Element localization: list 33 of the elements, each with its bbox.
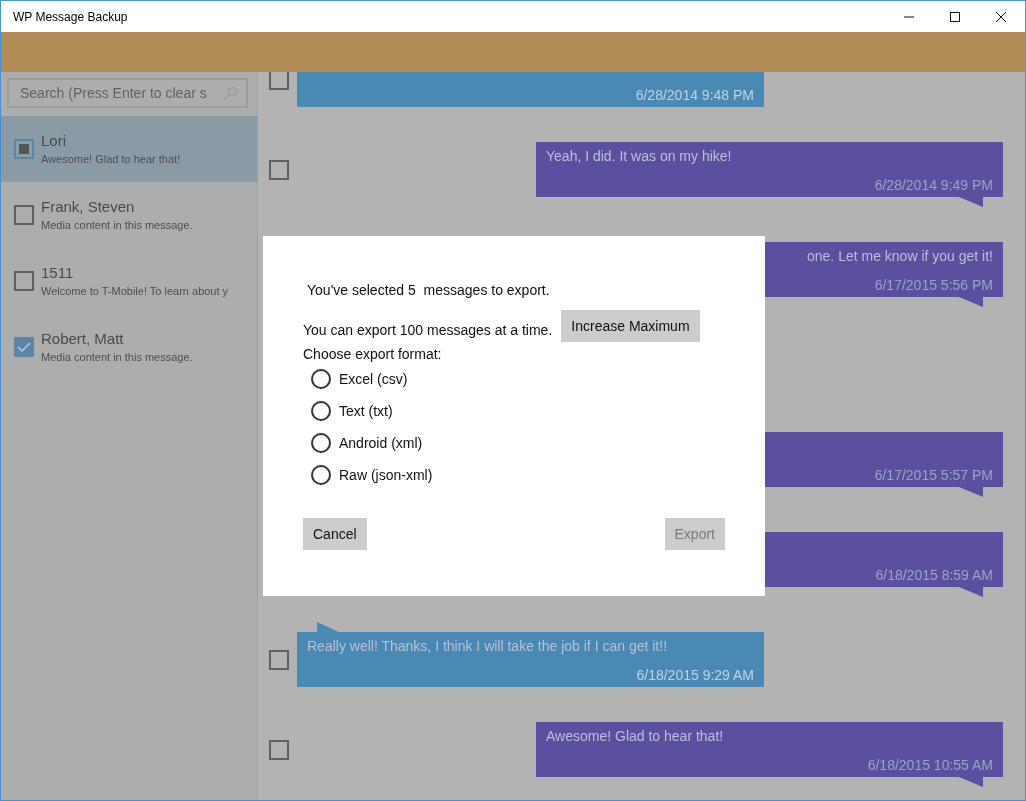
message-time: 6/28/2014 9:48 PM	[635, 87, 754, 103]
message-text: Yeah, I did. It was on my hike!	[546, 148, 732, 164]
message-preview: Welcome to T-Mobile! To learn about y	[41, 284, 230, 297]
message-time: 6/17/2015 5:56 PM	[874, 277, 993, 293]
message-time: 6/17/2015 5:57 PM	[874, 467, 993, 483]
message-text: one. Let me know if you get it!	[807, 248, 993, 264]
message-text: Really well! Thanks, I think I will take the job if I can get it!!	[307, 638, 667, 654]
message-time: 6/18/2015 10:55 AM	[867, 757, 993, 773]
increase-maximum-button[interactable]: Increase Maximum	[561, 310, 700, 342]
format-radio[interactable]: Raw (json-xml)	[311, 460, 433, 490]
conversation-item[interactable]: 1511 Welcome to T-Mobile! To learn about y	[1, 248, 257, 314]
contact-name: Lori	[41, 131, 67, 149]
message-time: 6/18/2015 9:29 AM	[636, 667, 754, 683]
message-preview: Awesome! Glad to hear that!	[41, 152, 182, 165]
selection-text: You've selected 5 messages to export.	[306, 282, 551, 298]
message-preview: Media content in this message.	[41, 218, 194, 231]
format-radio[interactable]: Android (xml)	[311, 428, 423, 458]
format-radio[interactable]: Excel (csv)	[311, 364, 408, 394]
contact-name: Robert, Matt	[41, 329, 125, 347]
conversation-item[interactable]: Frank, Steven Media content in this message.	[1, 182, 257, 248]
conversation-item[interactable]: Robert, Matt Media content in this message.	[1, 314, 257, 380]
message-text: Awesome! Glad to hear that!	[546, 728, 724, 744]
format-label: Choose export format:	[303, 346, 443, 362]
format-radio[interactable]: Text (txt)	[311, 396, 393, 426]
message-time: 6/18/2015 8:59 AM	[875, 567, 993, 583]
contact-name: 1511	[41, 263, 75, 281]
window-title: WP Message Backup	[12, 9, 128, 24]
limit-text: You can export 100 messages at a time.	[303, 322, 553, 338]
message-time: 6/28/2014 9:49 PM	[874, 177, 993, 193]
cancel-button[interactable]: Cancel	[303, 518, 367, 550]
contact-name: Frank, Steven	[41, 197, 136, 215]
search-field[interactable]: Search (Press Enter to clear s	[7, 78, 248, 108]
message-preview: Media content in this message.	[41, 350, 194, 363]
